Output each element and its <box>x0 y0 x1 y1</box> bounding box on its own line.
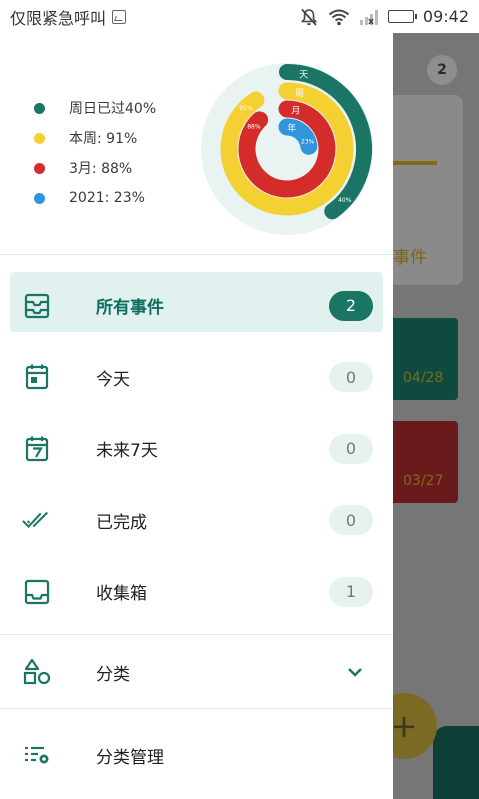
calendar-today-icon <box>22 362 52 392</box>
ring-value-label: 23% <box>301 139 315 146</box>
clock-text: 09:42 <box>422 7 469 26</box>
ring-name-label: 月 <box>291 105 300 116</box>
menu-item-count: 2 <box>329 290 373 321</box>
image-notification-icon <box>112 9 127 24</box>
menu-item-label: 今天 <box>96 369 130 390</box>
background-card-bar <box>393 161 437 165</box>
ring-name-label: 周 <box>295 88 304 99</box>
menu-item-count: 0 <box>329 433 373 464</box>
background-badge: 2 <box>427 55 457 85</box>
progress-legend: 周日已过40% 本周: 91% 3月: 88% 2021: 23% <box>34 93 156 213</box>
menu-item-all-events[interactable]: 所有事件 2 <box>0 270 393 342</box>
battery-icon <box>387 10 417 23</box>
menu-item-count: 0 <box>329 505 373 536</box>
menu-item-label: 未来7天 <box>96 441 158 462</box>
menu-divider <box>0 634 393 635</box>
legend-item-month: 3月: 88% <box>34 153 156 183</box>
legend-label: 3月: 88% <box>69 161 133 177</box>
calendar-7-icon <box>22 434 52 464</box>
status-bar: 仅限紧急呼叫 09:42 <box>0 0 479 33</box>
legend-dot <box>34 192 45 204</box>
active-highlight <box>10 272 383 332</box>
legend-dot <box>34 102 45 114</box>
legend-item-year: 2021: 23% <box>34 183 156 213</box>
signal-icon <box>359 9 378 25</box>
category-manage-item[interactable]: 分类管理 <box>0 719 393 791</box>
legend-label: 周日已过40% <box>69 101 157 117</box>
ring-name-label: 年 <box>287 122 296 134</box>
menu-item-count: 1 <box>329 576 373 607</box>
navigation-drawer: 周日已过40% 本周: 91% 3月: 88% 2021: 23% 天 40% 周 9… <box>0 33 393 799</box>
legend-dot <box>34 162 45 174</box>
shapes-icon <box>22 657 52 687</box>
legend-item-week: 本周: 91% <box>34 123 156 153</box>
menu-item-label: 已完成 <box>96 512 147 533</box>
list-settings-icon <box>22 740 52 770</box>
legend-label: 本周: 91% <box>69 131 138 147</box>
chevron-down-icon[interactable] <box>344 661 366 683</box>
progress-rings-chart: 天 40% 周 91% 月 88% 年 23% <box>201 63 373 235</box>
background-bottom-bar <box>433 726 479 799</box>
background-event-date: 03/27 <box>403 473 444 489</box>
background-fab-label: + <box>393 707 418 745</box>
category-item[interactable]: 分类 <box>0 636 393 708</box>
ring-name-label: 天 <box>299 70 308 80</box>
legend-item-day: 周日已过40% <box>34 93 156 123</box>
category-label: 分类 <box>96 664 130 685</box>
menu-item-label: 所有事件 <box>96 298 164 319</box>
menu-divider <box>0 708 393 709</box>
background-app-overlay[interactable]: 2 事件 04/28 03/27 + <box>393 33 479 799</box>
menu-item-today[interactable]: 今天 0 <box>0 342 393 414</box>
background-event-card: 04/28 <box>393 318 458 400</box>
ring-value-label: 88% <box>247 124 261 131</box>
ring-value-label: 91% <box>239 105 253 112</box>
drawer-header: 周日已过40% 本周: 91% 3月: 88% 2021: 23% 天 40% 周 9… <box>0 33 393 255</box>
background-event-card: 03/27 <box>393 421 458 503</box>
all-events-icon <box>22 291 52 321</box>
drawer-menu: 所有事件 2 今天 0 未来7天 0 已完成 0 收集箱 1 <box>0 270 393 628</box>
menu-item-next-7-days[interactable]: 未来7天 0 <box>0 413 393 485</box>
wifi-icon <box>328 9 350 25</box>
menu-item-label: 收集箱 <box>96 584 147 605</box>
mute-icon <box>300 8 318 26</box>
legend-label: 2021: 23% <box>69 190 145 206</box>
background-card-text: 事件 <box>393 248 427 268</box>
background-event-date: 04/28 <box>403 370 444 386</box>
ring-value-label: 40% <box>338 197 352 204</box>
menu-item-inbox[interactable]: 收集箱 1 <box>0 556 393 628</box>
inbox-icon <box>22 577 52 607</box>
double-check-icon <box>22 505 52 535</box>
category-manage-label: 分类管理 <box>96 747 164 768</box>
legend-dot <box>34 132 45 144</box>
menu-item-completed[interactable]: 已完成 0 <box>0 485 393 557</box>
carrier-text: 仅限紧急呼叫 <box>10 8 107 28</box>
menu-item-count: 0 <box>329 362 373 393</box>
background-add-button: + <box>393 693 437 759</box>
